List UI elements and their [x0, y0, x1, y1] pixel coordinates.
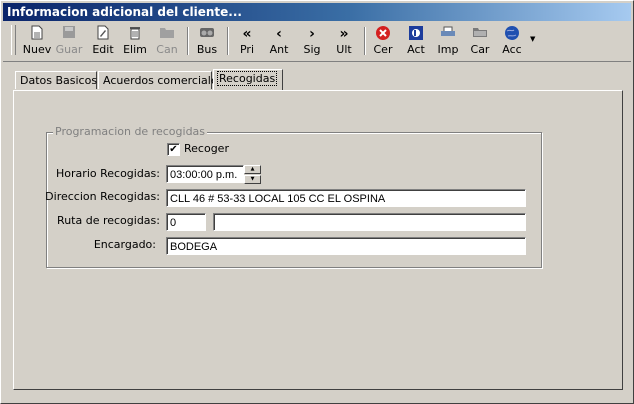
chevron-down-icon[interactable]: ▼ [530, 35, 535, 43]
ruta-code-field[interactable]: 0 [166, 213, 206, 231]
delete-button[interactable]: Elim [119, 25, 151, 59]
tab-acuerdos-comerciales[interactable]: Acuerdos comerciales [98, 71, 223, 89]
toolbar-separator [364, 27, 366, 55]
save-icon [53, 25, 85, 43]
refresh-button[interactable]: Act [400, 25, 432, 59]
edit-icon [87, 25, 119, 43]
new-button[interactable]: Nuev [21, 25, 53, 59]
first-record-button[interactable]: « Pri [231, 25, 263, 59]
encargado-field[interactable]: BODEGA [166, 237, 526, 255]
globe-icon [496, 25, 528, 43]
load-button[interactable]: Car [464, 25, 496, 59]
binoculars-icon [191, 25, 223, 43]
cancel-icon [151, 25, 183, 43]
last-record-button[interactable]: » Ult [328, 25, 360, 59]
toolbar-separator [187, 27, 189, 55]
next-record-button[interactable]: › Sig [296, 25, 328, 59]
refresh-icon [400, 25, 432, 43]
window: Informacion adicional del cliente... Nue… [0, 0, 634, 404]
cancel-button[interactable]: Can [151, 25, 183, 59]
previous-icon: ‹ [276, 26, 282, 42]
last-icon: » [339, 26, 349, 42]
spin-up-icon[interactable]: ▲ [244, 165, 261, 174]
previous-record-button[interactable]: ‹ Ant [263, 25, 295, 59]
close-red-icon [367, 25, 399, 43]
recoger-label[interactable]: Recoger [184, 142, 229, 155]
trash-icon [119, 25, 151, 43]
close-button[interactable]: Cer [367, 25, 399, 59]
printer-icon [432, 25, 464, 43]
folder-icon [464, 25, 496, 43]
spin-down-icon[interactable]: ▼ [244, 175, 261, 184]
direccion-field[interactable]: CLL 46 # 53-33 LOCAL 105 CC EL OSPINA [166, 189, 526, 207]
ruta-label: Ruta de recogidas: [57, 214, 160, 227]
print-button[interactable]: Imp [432, 25, 464, 59]
toolbar-separator [227, 27, 229, 55]
recoger-checkbox[interactable]: ✔ [167, 143, 180, 156]
group-title: Programacion de recogidas [53, 125, 208, 138]
new-doc-icon [21, 25, 53, 43]
toolbar: Nuev Guar Edit Elim Can Bus « Pri ‹ Ant … [3, 23, 631, 62]
window-title: Informacion adicional del cliente... [3, 3, 631, 21]
tab-recogidas[interactable]: Recogidas [213, 69, 283, 90]
horario-label: Horario Recogidas: [56, 167, 160, 180]
direccion-label: Direccion Recogidas: [45, 190, 160, 203]
toolbar-grip[interactable] [11, 25, 16, 55]
search-button[interactable]: Bus [191, 25, 223, 59]
tab-datos-basicos[interactable]: Datos Basicos [15, 71, 97, 89]
encargado-label: Encargado: [93, 238, 156, 251]
first-icon: « [242, 26, 252, 42]
save-button[interactable]: Guar [53, 25, 85, 59]
access-button[interactable]: Acc [496, 25, 528, 59]
ruta-name-field[interactable] [213, 213, 526, 231]
next-icon: › [309, 26, 315, 42]
horario-spinner[interactable]: ▲ ▼ [244, 165, 261, 184]
horario-field[interactable]: 03:00:00 p.m. [166, 165, 244, 183]
edit-button[interactable]: Edit [87, 25, 119, 59]
